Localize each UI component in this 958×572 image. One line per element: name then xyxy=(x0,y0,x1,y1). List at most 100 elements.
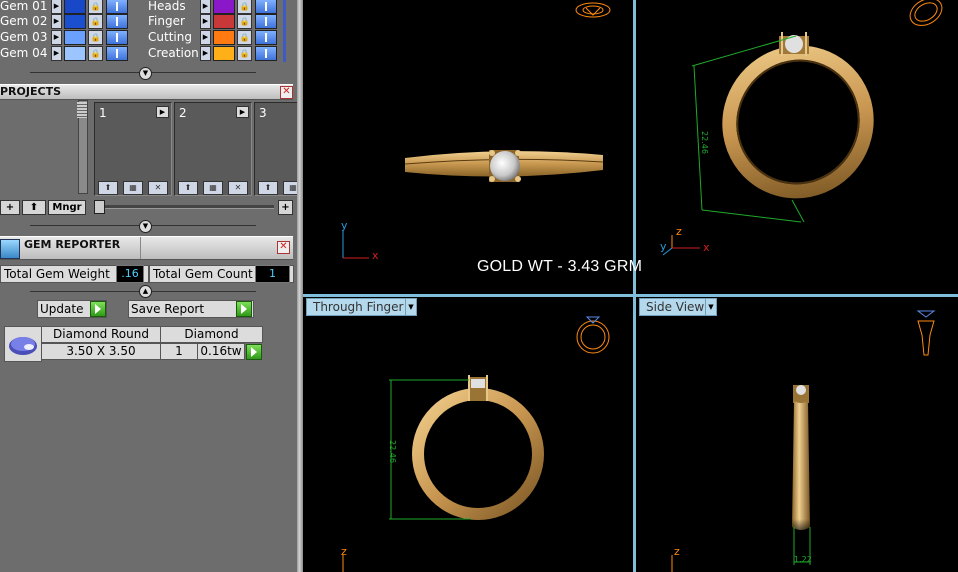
layer-row[interactable]: Cutting ▶ 🔒 xyxy=(148,29,283,45)
visibility-toggle[interactable] xyxy=(255,46,277,61)
layer-name: Heads xyxy=(148,0,186,13)
dimension-label: 22.46 xyxy=(699,131,709,154)
lock-icon[interactable]: 🔒 xyxy=(88,30,103,45)
play-icon[interactable]: ▶ xyxy=(156,106,169,118)
projects-slider-thumb[interactable] xyxy=(94,200,105,214)
visibility-toggle[interactable] xyxy=(106,0,128,14)
lock-icon[interactable]: 🔒 xyxy=(88,46,103,61)
collapse-toggle-icon[interactable]: ▼ xyxy=(139,67,152,80)
viewport-view-label[interactable]: Side View xyxy=(639,298,710,316)
layer-expand-icon[interactable]: ▶ xyxy=(51,30,62,45)
viewport-side[interactable]: Side View ▼ 1.22 z xyxy=(636,297,958,572)
project-slot-number: 1 xyxy=(99,106,107,120)
layer-name: Gem 03 xyxy=(0,30,48,44)
layer-color-swatch[interactable] xyxy=(64,30,86,45)
viewport-perspective[interactable]: 22.46 z x y xyxy=(636,0,958,294)
save-report-label: Save Report xyxy=(131,302,205,316)
layer-row[interactable]: Gem 01 ▶ 🔒 xyxy=(0,0,145,14)
layer-color-swatch[interactable] xyxy=(64,0,86,14)
axis-z-label: z xyxy=(341,545,347,558)
collapse-toggle-icon[interactable]: ▼ xyxy=(139,220,152,233)
gem-shape: Diamond Round xyxy=(41,326,161,343)
viewport-view-name: Side View xyxy=(646,300,705,314)
layer-row[interactable]: Gem 03 ▶ 🔒 xyxy=(0,29,145,45)
layer-expand-icon[interactable]: ▶ xyxy=(200,46,211,61)
layer-color-swatch[interactable] xyxy=(213,30,235,45)
save-icon[interactable]: ▦ xyxy=(283,181,297,195)
lock-icon[interactable]: 🔒 xyxy=(237,0,252,14)
layer-scroll-accent xyxy=(283,0,286,62)
ring-perspective-render xyxy=(662,0,943,256)
add-icon[interactable]: + xyxy=(0,200,20,215)
viewport-through-finger[interactable]: Through Finger ▼ 22.46 z xyxy=(303,297,633,572)
layer-expand-icon[interactable]: ▶ xyxy=(200,14,211,29)
visibility-toggle[interactable] xyxy=(255,14,277,29)
play-icon[interactable]: ▶ xyxy=(236,106,249,118)
ring-through-finger-render xyxy=(342,316,610,572)
visibility-toggle[interactable] xyxy=(255,30,277,45)
layer-color-swatch[interactable] xyxy=(64,46,86,61)
layer-row[interactable]: Gem 02 ▶ 🔒 xyxy=(0,13,145,29)
layer-expand-icon[interactable]: ▶ xyxy=(51,14,62,29)
layer-color-swatch[interactable] xyxy=(64,14,86,29)
visibility-toggle[interactable] xyxy=(106,30,128,45)
collapse-toggle-icon[interactable]: ▲ xyxy=(139,285,152,298)
delete-icon[interactable]: ✕ xyxy=(148,181,168,195)
upload-icon[interactable]: ⬆ xyxy=(98,181,118,195)
play-icon[interactable] xyxy=(90,301,106,317)
lock-icon[interactable]: 🔒 xyxy=(237,46,252,61)
add-icon[interactable]: + xyxy=(278,200,293,215)
gem-weight: 0.16tw xyxy=(197,343,245,360)
manager-button[interactable]: Mngr xyxy=(48,200,86,215)
play-icon[interactable] xyxy=(236,301,252,317)
save-icon[interactable]: ▦ xyxy=(123,181,143,195)
layer-expand-icon[interactable]: ▶ xyxy=(200,30,211,45)
chevron-down-icon[interactable]: ▼ xyxy=(705,298,717,316)
axis-y-label: y xyxy=(660,240,667,253)
visibility-toggle[interactable] xyxy=(255,0,277,14)
gold-weight-annotation: GOLD WT - 3.43 GRM xyxy=(477,258,643,275)
upload-icon[interactable]: ⬆ xyxy=(258,181,278,195)
viewport-view-label[interactable]: Through Finger xyxy=(306,298,409,316)
left-panel: Gem 01 ▶ 🔒 Gem 02 ▶ 🔒 Gem 03 ▶ 🔒 Gem 04 … xyxy=(0,0,297,572)
upload-icon[interactable]: ⬆ xyxy=(22,200,46,215)
close-icon[interactable]: ✕ xyxy=(280,86,293,99)
gem-reporter-icon xyxy=(0,239,20,259)
nav-cube-icon xyxy=(909,0,943,26)
lock-icon[interactable]: 🔒 xyxy=(88,14,103,29)
layer-color-swatch[interactable] xyxy=(213,14,235,29)
layer-color-swatch[interactable] xyxy=(213,46,235,61)
viewport-front[interactable]: y x xyxy=(303,0,633,294)
layer-row[interactable]: Finger ▶ 🔒 xyxy=(148,13,283,29)
axis-z-label: z xyxy=(674,545,680,558)
scroll-thumb[interactable] xyxy=(77,102,87,118)
project-slot[interactable]: 1 ▶ ⬆ ▦ ✕ xyxy=(94,102,172,196)
layer-expand-icon[interactable]: ▶ xyxy=(51,0,62,14)
layer-expand-icon[interactable]: ▶ xyxy=(51,46,62,61)
projects-title: PROJECTS xyxy=(0,85,61,98)
nav-cube-icon xyxy=(576,320,610,354)
lock-icon[interactable]: 🔒 xyxy=(88,0,103,14)
layer-row[interactable]: Heads ▶ 🔒 xyxy=(148,0,283,14)
projects-slider-track[interactable] xyxy=(94,205,274,209)
play-icon[interactable] xyxy=(246,344,262,360)
delete-icon[interactable]: ✕ xyxy=(228,181,248,195)
save-icon[interactable]: ▦ xyxy=(203,181,223,195)
lock-icon[interactable]: 🔒 xyxy=(237,30,252,45)
layer-color-swatch[interactable] xyxy=(213,0,235,14)
layer-name: Creation xyxy=(148,46,199,60)
close-icon[interactable]: ✕ xyxy=(277,241,290,254)
lock-icon[interactable]: 🔒 xyxy=(237,14,252,29)
project-slot[interactable]: 2 ▶ ⬆ ▦ ✕ xyxy=(174,102,252,196)
project-slot[interactable]: 3 ⬆ ▦ xyxy=(254,102,297,196)
upload-icon[interactable]: ⬆ xyxy=(178,181,198,195)
gem-thumbnail[interactable] xyxy=(4,326,42,362)
project-slot-number: 3 xyxy=(259,106,267,120)
visibility-toggle[interactable] xyxy=(106,46,128,61)
layer-expand-icon[interactable]: ▶ xyxy=(200,0,211,14)
layer-row[interactable]: Gem 04 ▶ 🔒 xyxy=(0,45,145,61)
visibility-toggle[interactable] xyxy=(106,14,128,29)
chevron-down-icon[interactable]: ▼ xyxy=(405,298,417,316)
gem-reporter-header: GEM REPORTER ✕ xyxy=(0,236,293,260)
layer-row[interactable]: Creation ▶ 🔒 xyxy=(148,45,283,61)
